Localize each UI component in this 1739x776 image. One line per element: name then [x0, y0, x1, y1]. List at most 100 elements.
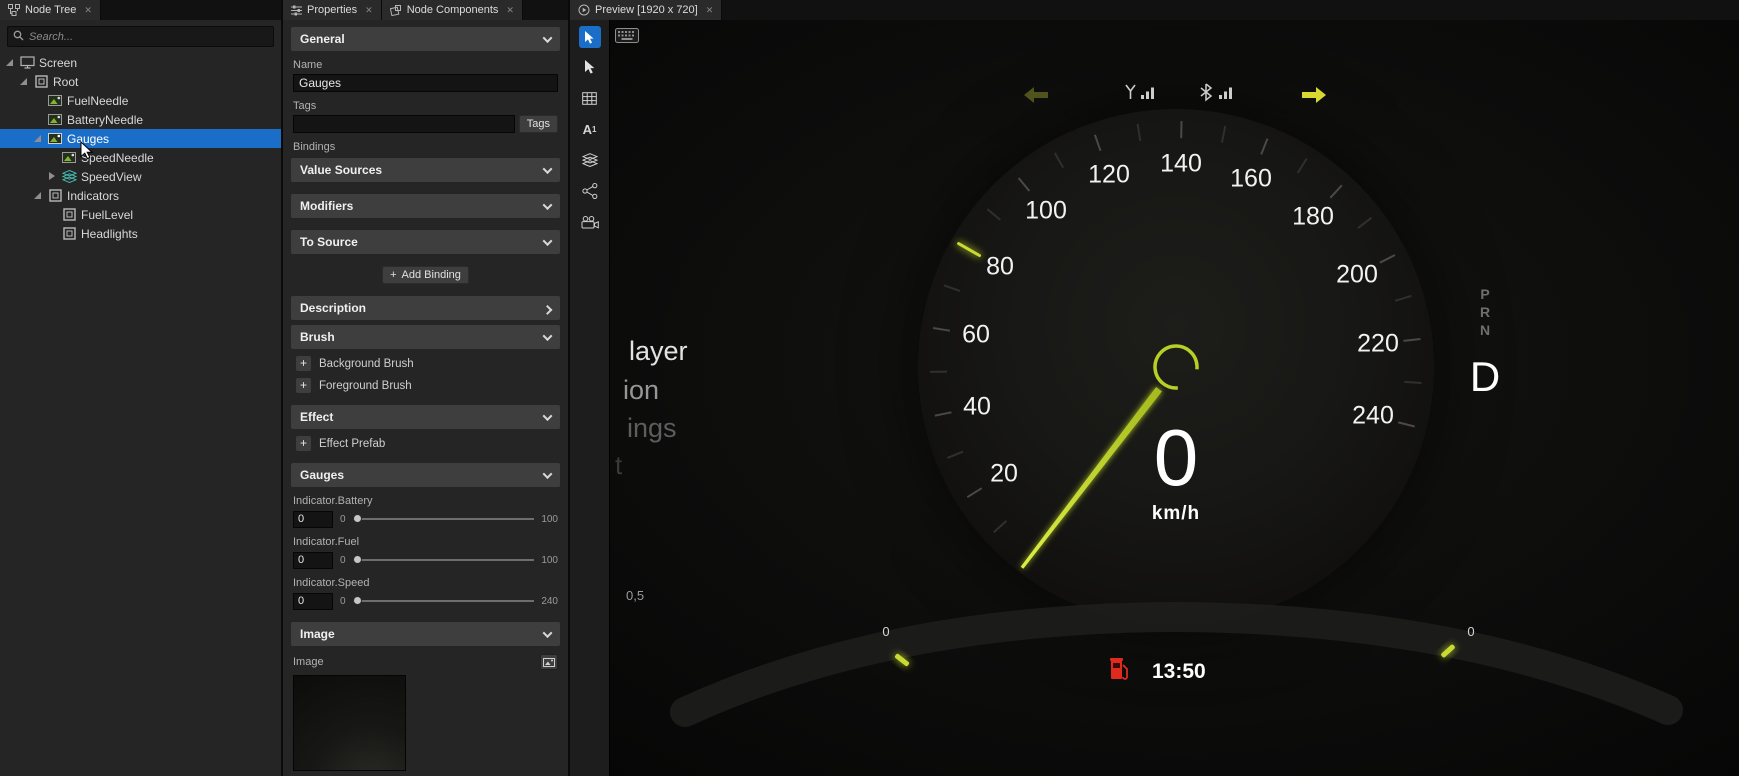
- interact-tool-button[interactable]: [579, 26, 601, 48]
- bottom-left-gauge-tick: [894, 653, 910, 667]
- tab-node-components[interactable]: Node Components ✕: [382, 0, 523, 20]
- tags-input[interactable]: [293, 115, 515, 133]
- close-icon[interactable]: ✕: [706, 5, 714, 16]
- expand-arrow-icon[interactable]: [4, 57, 15, 68]
- tree-item-batteryneedle[interactable]: BatteryNeedle: [0, 110, 281, 129]
- section-general[interactable]: General: [291, 27, 560, 51]
- node-tree: Screen Root FuelNeedle BatteryNeedle: [0, 53, 281, 243]
- chevron-down-icon: [543, 411, 553, 421]
- plus-icon: +: [390, 269, 396, 281]
- tab-properties[interactable]: Properties ✕: [283, 0, 382, 20]
- preview-canvas[interactable]: 20406080100120140160180200220240 layer i…: [610, 20, 1739, 776]
- expand-arrow-icon[interactable]: [18, 76, 29, 87]
- indicator-speed-label: Indicator.Speed: [293, 577, 558, 589]
- section-image[interactable]: Image: [291, 622, 560, 646]
- layers-tool-button[interactable]: [578, 148, 602, 172]
- add-background-brush-row[interactable]: + Background Brush: [296, 356, 555, 371]
- slider-track[interactable]: [353, 595, 535, 607]
- node-tree-icon: [8, 4, 20, 16]
- section-brush[interactable]: Brush: [291, 325, 560, 349]
- play-circle-icon: [578, 4, 590, 16]
- expand-arrow-icon[interactable]: [32, 133, 43, 144]
- indicator-fuel-slider-row: 0 100: [293, 551, 558, 569]
- slider-track[interactable]: [353, 554, 535, 566]
- collapse-arrow-icon[interactable]: [46, 171, 57, 182]
- tab-node-tree[interactable]: Node Tree ✕: [0, 0, 101, 20]
- effect-prefab-label: Effect Prefab: [319, 438, 385, 450]
- image-thumbnail[interactable]: [293, 675, 406, 771]
- tree-item-speedview[interactable]: SpeedView: [0, 167, 281, 186]
- section-gauges[interactable]: Gauges: [291, 463, 560, 487]
- node-tree-panel: Node Tree ✕ Screen Root: [0, 0, 283, 776]
- connections-tool-button[interactable]: [578, 179, 602, 203]
- indicator-battery-label: Indicator.Battery: [293, 495, 558, 507]
- tab-preview[interactable]: Preview [1920 x 720] ✕: [570, 0, 722, 20]
- add-foreground-brush-row[interactable]: + Foreground Brush: [296, 378, 555, 393]
- plus-icon[interactable]: +: [296, 378, 311, 393]
- expand-arrow-icon[interactable]: [32, 190, 43, 201]
- tree-item-label: Indicators: [67, 189, 119, 203]
- section-to-source[interactable]: To Source: [291, 230, 560, 254]
- indicator-battery-slider-row: 0 100: [293, 510, 558, 528]
- close-icon[interactable]: ✕: [84, 5, 92, 16]
- add-effect-prefab-row[interactable]: + Effect Prefab: [296, 436, 555, 451]
- section-value-sources[interactable]: Value Sources: [291, 158, 560, 182]
- text-tool-button[interactable]: A1: [578, 117, 602, 141]
- grid-tool-button[interactable]: [578, 86, 602, 110]
- dial-label: 200: [1336, 261, 1378, 290]
- tree-item-label: FuelLevel: [81, 208, 133, 222]
- cut-text-line: ings: [627, 415, 677, 442]
- section-title: Image: [300, 627, 335, 641]
- section-description[interactable]: Description: [291, 296, 560, 320]
- plus-icon[interactable]: +: [296, 356, 311, 371]
- speed-unit: km/h: [1126, 503, 1226, 525]
- chevron-down-icon: [543, 628, 553, 638]
- close-icon[interactable]: ✕: [365, 5, 373, 16]
- tree-item-fuellevel[interactable]: FuelLevel: [0, 205, 281, 224]
- dial-label: 120: [1088, 161, 1130, 190]
- foreground-brush-label: Foreground Brush: [319, 380, 412, 392]
- section-title: Effect: [300, 410, 333, 424]
- tree-item-root[interactable]: Root: [0, 72, 281, 91]
- indicator-battery-input[interactable]: [293, 511, 333, 528]
- select-tool-button[interactable]: [578, 55, 602, 79]
- close-icon[interactable]: ✕: [506, 5, 514, 16]
- chevron-right-icon: [543, 304, 553, 314]
- indicator-fuel-input[interactable]: [293, 552, 333, 569]
- slider-thumb[interactable]: [353, 514, 362, 523]
- properties-panel: Properties ✕ Node Components ✕ General N…: [283, 0, 570, 776]
- slider-thumb[interactable]: [353, 596, 362, 605]
- cut-text-line: t: [615, 452, 622, 478]
- chevron-down-icon: [543, 200, 553, 210]
- tags-button[interactable]: Tags: [519, 115, 558, 133]
- camera-tool-button[interactable]: [578, 210, 602, 234]
- tree-item-screen[interactable]: Screen: [0, 53, 281, 72]
- indicator-speed-input[interactable]: [293, 593, 333, 610]
- section-modifiers[interactable]: Modifiers: [291, 194, 560, 218]
- fuel-warning-icon: [1108, 657, 1132, 682]
- gear-letter-r: R: [1476, 304, 1494, 320]
- keyboard-tool-button[interactable]: [615, 28, 639, 48]
- search-input[interactable]: [29, 31, 268, 43]
- tree-item-headlights[interactable]: Headlights: [0, 224, 281, 243]
- tree-item-speedneedle[interactable]: SpeedNeedle: [0, 148, 281, 167]
- section-effect[interactable]: Effect: [291, 405, 560, 429]
- image-picker-button[interactable]: [540, 654, 558, 670]
- plus-icon[interactable]: +: [296, 436, 311, 451]
- screen-icon: [19, 56, 35, 69]
- slider-track[interactable]: [353, 513, 535, 525]
- bindings-label: Bindings: [293, 141, 558, 153]
- tree-item-fuelneedle[interactable]: FuelNeedle: [0, 91, 281, 110]
- slider-thumb[interactable]: [353, 555, 362, 564]
- node-icon: [61, 208, 77, 221]
- tree-item-indicators[interactable]: Indicators: [0, 186, 281, 205]
- name-input[interactable]: [293, 74, 558, 92]
- properties-icon: [291, 5, 302, 16]
- tree-item-label: Gauges: [67, 132, 109, 146]
- bluetooth-signal-icon: [1200, 82, 1234, 102]
- section-title: General: [300, 32, 345, 46]
- bottom-left-value: 0: [876, 624, 896, 639]
- speedometer-dial: [918, 109, 1434, 625]
- add-binding-button[interactable]: + Add Binding: [382, 266, 469, 284]
- tree-item-gauges[interactable]: Gauges: [0, 129, 281, 148]
